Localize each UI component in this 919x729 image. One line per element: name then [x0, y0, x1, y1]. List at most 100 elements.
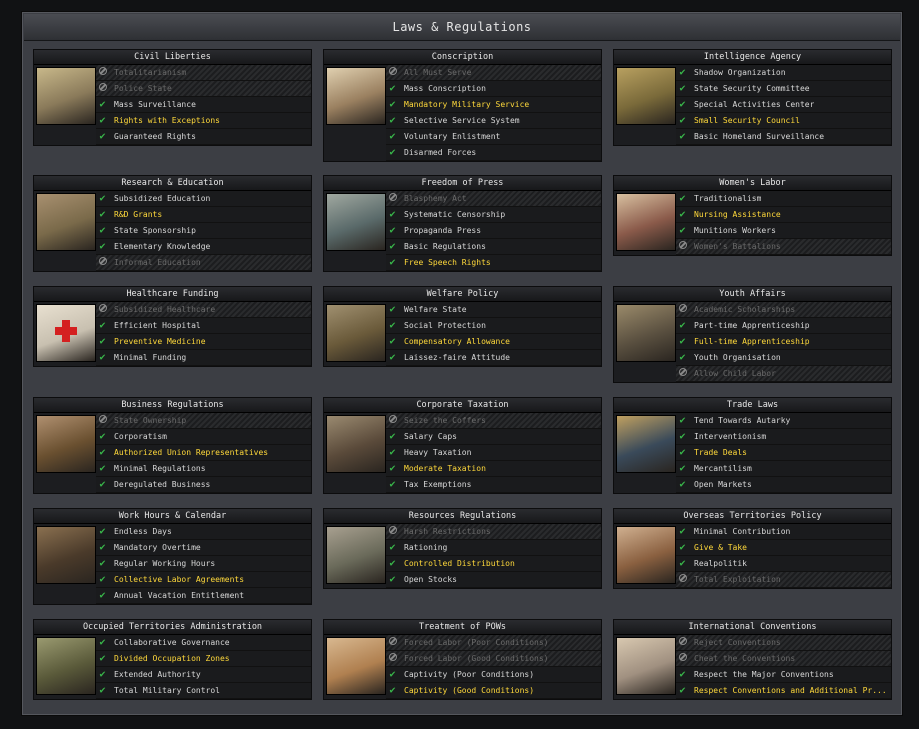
law-option[interactable]: Reject Conventions [676, 635, 891, 651]
law-option[interactable]: ✔ Mandatory Overtime [96, 540, 311, 556]
law-option[interactable]: ✔ Laissez-faire Attitude [386, 350, 601, 366]
law-option-label: Harsh Restrictions [404, 527, 491, 536]
law-option[interactable]: ✔ Give & Take [676, 540, 891, 556]
law-option[interactable]: ✔ Respect the Major Conventions [676, 667, 891, 683]
law-option[interactable]: ✔ Collaborative Governance [96, 635, 311, 651]
law-option[interactable]: ✔ Deregulated Business [96, 477, 311, 493]
law-option[interactable]: ✔ Mass Surveillance [96, 97, 311, 113]
law-option[interactable]: ✔ Compensatory Allowance [386, 334, 601, 350]
law-option[interactable]: ✔ Trade Deals [676, 445, 891, 461]
checkmark-icon: ✔ [389, 304, 396, 315]
law-option[interactable]: ✔ Shadow Organization [676, 65, 891, 81]
law-option[interactable]: ✔ Special Activities Center [676, 97, 891, 113]
law-option[interactable]: ✔ Traditionalism [676, 191, 891, 207]
law-option[interactable]: ✔ Systematic Censorship [386, 207, 601, 223]
law-option[interactable]: ✔ Corporatism [96, 429, 311, 445]
law-option[interactable]: ✔ Collective Labor Agreements [96, 572, 311, 588]
law-option[interactable]: ✔ Tax Exemptions [386, 477, 601, 493]
law-option[interactable]: ✔ Nursing Assistance [676, 207, 891, 223]
law-option[interactable]: ✔ Mercantilism [676, 461, 891, 477]
law-option[interactable]: ✔ Rights with Exceptions [96, 113, 311, 129]
law-options-list: ✔ Subsidized Education ✔ R&D Grants ✔ State S… [96, 191, 311, 271]
law-option[interactable]: State Ownership [96, 413, 311, 429]
law-option[interactable]: ✔ Mass Conscription [386, 81, 601, 97]
law-option[interactable]: ✔ Munitions Workers [676, 223, 891, 239]
law-option[interactable]: ✔ Mandatory Military Service [386, 97, 601, 113]
law-option[interactable]: ✔ Annual Vacation Entitlement [96, 588, 311, 604]
law-option[interactable]: ✔ Divided Occupation Zones [96, 651, 311, 667]
law-option[interactable]: ✔ Part-time Apprenticeship [676, 318, 891, 334]
law-option[interactable]: ✔ Open Stocks [386, 572, 601, 588]
checkmark-icon: ✔ [679, 131, 686, 142]
law-category-title: Youth Affairs [614, 287, 891, 302]
law-option[interactable]: Cheat the Conventions [676, 651, 891, 667]
law-option[interactable]: ✔ Controlled Distribution [386, 556, 601, 572]
law-option[interactable]: ✔ Extended Authority [96, 667, 311, 683]
law-panel: Corporate Taxation Seize the Coffers ✔ Sala… [323, 397, 602, 494]
law-option[interactable]: ✔ Total Military Control [96, 683, 311, 699]
law-option[interactable]: ✔ Free Speech Rights [386, 255, 601, 271]
law-option[interactable]: Forced Labor (Poor Conditions) [386, 635, 601, 651]
law-option[interactable]: ✔ Voluntary Enlistment [386, 129, 601, 145]
law-option[interactable]: Academic Scholarships [676, 302, 891, 318]
law-option[interactable]: Women's Battalions [676, 239, 891, 255]
checkmark-icon: ✔ [389, 257, 396, 268]
law-option[interactable]: ✔ Respect Conventions and Additional Pr..… [676, 683, 891, 699]
blocked-icon [96, 65, 109, 80]
law-option[interactable]: Harsh Restrictions [386, 524, 601, 540]
law-option[interactable]: ✔ Selective Service System [386, 113, 601, 129]
law-option[interactable]: Forced Labor (Good Conditions) [386, 651, 601, 667]
intelligence-agency-illustration [616, 67, 676, 125]
law-option-label: Total Military Control [114, 686, 220, 695]
law-option[interactable]: ✔ Minimal Regulations [96, 461, 311, 477]
law-option[interactable]: ✔ Authorized Union Representatives [96, 445, 311, 461]
law-option[interactable]: Blasphemy Act [386, 191, 601, 207]
blocked-icon [676, 302, 689, 317]
law-option[interactable]: ✔ Efficient Hospital [96, 318, 311, 334]
law-option[interactable]: ✔ Basic Regulations [386, 239, 601, 255]
law-option[interactable]: ✔ Guaranteed Rights [96, 129, 311, 145]
law-option[interactable]: ✔ Youth Organisation [676, 350, 891, 366]
law-option[interactable]: ✔ Captivity (Poor Conditions) [386, 667, 601, 683]
law-option[interactable]: ✔ Endless Days [96, 524, 311, 540]
law-option[interactable]: All Must Serve [386, 65, 601, 81]
law-option[interactable]: ✔ Rationing [386, 540, 601, 556]
law-option[interactable]: ✔ State Security Committee [676, 81, 891, 97]
law-option[interactable]: Seize the Coffers [386, 413, 601, 429]
law-option[interactable]: ✔ Minimal Contribution [676, 524, 891, 540]
law-option[interactable]: ✔ R&D Grants [96, 207, 311, 223]
law-option[interactable]: ✔ Moderate Taxation [386, 461, 601, 477]
law-option[interactable]: ✔ Open Markets [676, 477, 891, 493]
law-option[interactable]: ✔ Full-time Apprenticeship [676, 334, 891, 350]
law-option[interactable]: ✔ Realpolitik [676, 556, 891, 572]
law-option[interactable]: ✔ Basic Homeland Surveillance [676, 129, 891, 145]
law-option[interactable]: Police State [96, 81, 311, 97]
law-option[interactable]: ✔ State Sponsorship [96, 223, 311, 239]
law-option[interactable]: ✔ Salary Caps [386, 429, 601, 445]
law-option[interactable]: Totalitarianism [96, 65, 311, 81]
law-option[interactable]: ✔ Minimal Funding [96, 350, 311, 366]
law-option[interactable]: ✔ Interventionism [676, 429, 891, 445]
law-option[interactable]: ✔ Disarmed Forces [386, 145, 601, 161]
law-category-title: Freedom of Press [324, 176, 601, 191]
law-option[interactable]: ✔ Subsidized Education [96, 191, 311, 207]
law-option[interactable]: ✔ Social Protection [386, 318, 601, 334]
law-option[interactable]: Total Exploitation [676, 572, 891, 588]
law-option-label: Mandatory Military Service [404, 100, 530, 109]
law-category-title: Welfare Policy [324, 287, 601, 302]
law-option[interactable]: Allow Child Labor [676, 366, 891, 382]
law-option[interactable]: ✔ Small Security Council [676, 113, 891, 129]
law-option[interactable]: ✔ Elementary Knowledge [96, 239, 311, 255]
law-option[interactable]: ✔ Preventive Medicine [96, 334, 311, 350]
law-option[interactable]: ✔ Captivity (Good Conditions) [386, 683, 601, 699]
checkmark-icon: ✔ [99, 352, 106, 363]
law-option[interactable]: ✔ Propaganda Press [386, 223, 601, 239]
law-option[interactable]: Informal Education [96, 255, 311, 271]
law-option[interactable]: ✔ Heavy Taxation [386, 445, 601, 461]
law-option[interactable]: Subsidized Healthcare [96, 302, 311, 318]
law-option[interactable]: ✔ Regular Working Hours [96, 556, 311, 572]
law-option-label: Annual Vacation Entitlement [114, 591, 245, 600]
law-option[interactable]: ✔ Tend Towards Autarky [676, 413, 891, 429]
blocked-icon [386, 635, 399, 650]
law-option[interactable]: ✔ Welfare State [386, 302, 601, 318]
